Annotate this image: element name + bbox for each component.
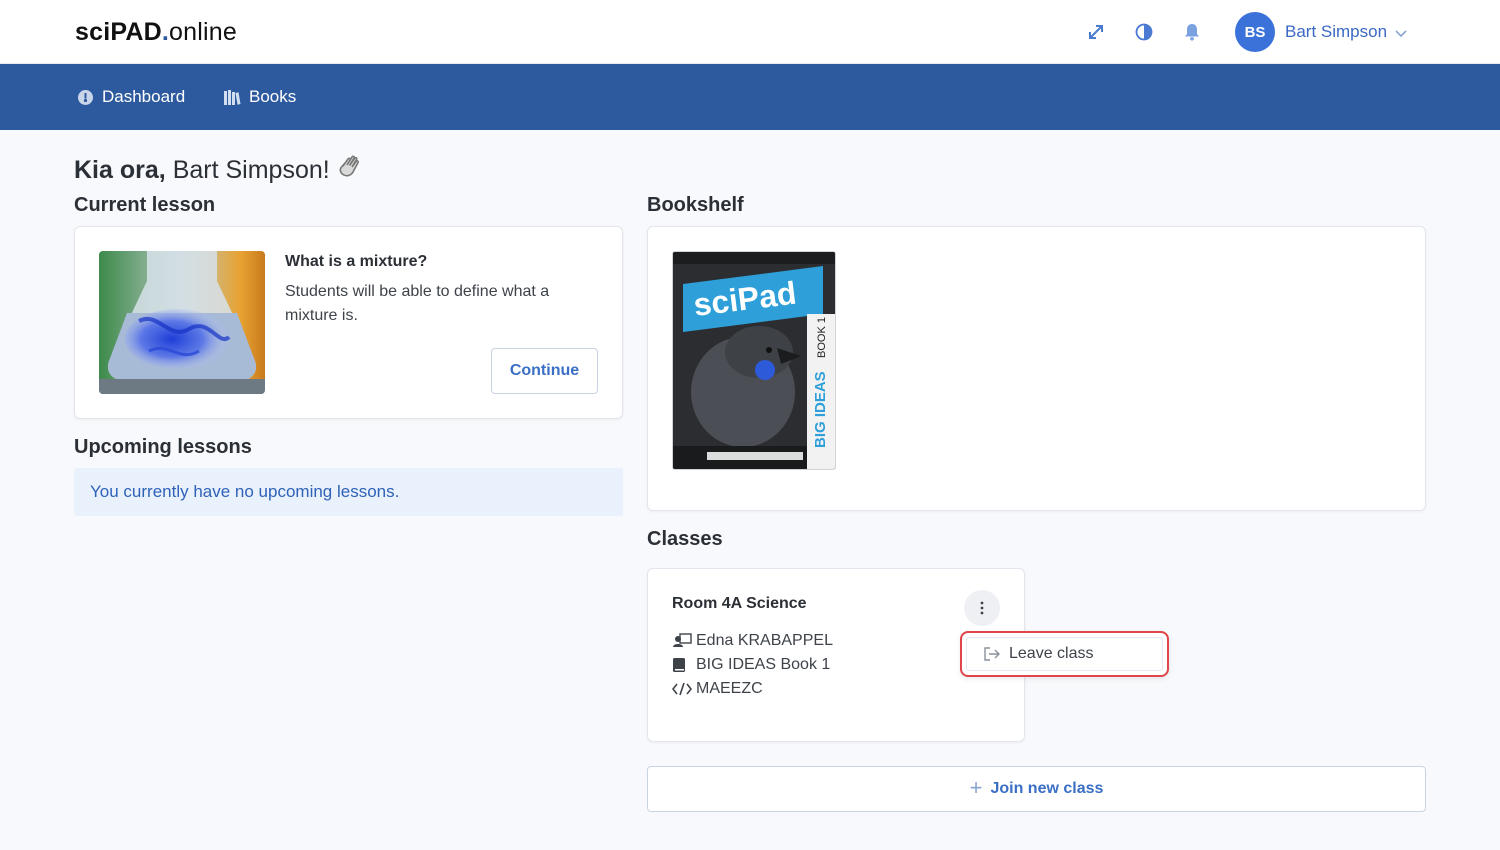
bookshelf-heading: Bookshelf xyxy=(647,194,744,216)
teacher-icon xyxy=(672,633,692,649)
main-nav: Dashboard Books xyxy=(0,64,1500,130)
plus-icon: + xyxy=(969,775,983,800)
chevron-down-icon[interactable] xyxy=(1394,26,1408,44)
continue-button[interactable]: Continue xyxy=(491,348,598,394)
join-new-class-button[interactable]: + Join new class xyxy=(647,766,1426,812)
book-cover[interactable]: sciPad BIG IDEAS BOOK 1 xyxy=(672,251,836,470)
lesson-description: Students will be able to define what a m… xyxy=(285,283,550,324)
bell-icon[interactable] xyxy=(1182,22,1202,42)
code-icon xyxy=(672,682,692,696)
current-lesson-card: What is a mixture? Students will be able… xyxy=(74,226,623,419)
nav-label-dashboard: Dashboard xyxy=(102,87,186,106)
current-lesson-heading: Current lesson xyxy=(74,194,216,216)
greeting-name: Bart Simpson! xyxy=(172,156,330,184)
logo-bold-text: sciPAD xyxy=(75,18,162,46)
logo-dot: . xyxy=(161,18,170,46)
lesson-title: What is a mixture? xyxy=(285,253,428,270)
avatar[interactable]: BS xyxy=(1235,12,1275,52)
nav-label-books: Books xyxy=(249,87,297,106)
user-menu-name[interactable]: Bart Simpson xyxy=(1285,22,1387,42)
class-options-menu: Leave class xyxy=(960,631,1169,677)
kebab-menu-icon xyxy=(980,601,984,615)
nav-item-dashboard[interactable]: Dashboard xyxy=(77,86,185,108)
leave-class-menu-item[interactable]: Leave class xyxy=(966,637,1163,671)
contrast-icon[interactable] xyxy=(1134,22,1154,42)
expand-icon[interactable] xyxy=(1086,22,1106,42)
class-teacher-name: Edna KRABAPPEL xyxy=(696,632,833,649)
books-icon xyxy=(224,89,241,105)
logo-rest-text: online xyxy=(169,18,237,46)
class-name: Room 4A Science xyxy=(672,595,807,612)
avatar-initials: BS xyxy=(1244,23,1266,41)
leave-class-label: Leave class xyxy=(1009,645,1094,662)
class-book: BIG IDEAS Book 1 xyxy=(672,656,830,674)
book-number-text: BOOK 1 xyxy=(816,317,828,358)
greeting-prefix: Kia ora, xyxy=(74,156,166,184)
lesson-thumbnail xyxy=(99,251,265,394)
top-header: sciPAD.online BS Bart Simpson xyxy=(0,0,1500,64)
dashboard-icon xyxy=(78,89,93,105)
nav-item-books[interactable]: Books xyxy=(223,86,296,108)
app-logo[interactable]: sciPAD.online xyxy=(75,18,237,47)
book-subtitle-text: BIG IDEAS xyxy=(812,371,829,448)
leave-icon xyxy=(984,647,1000,661)
join-new-class-label: Join new class xyxy=(990,780,1104,797)
class-book-name: BIG IDEAS Book 1 xyxy=(696,656,831,673)
class-code-value: MAEEZC xyxy=(696,680,763,697)
upcoming-lessons-heading: Upcoming lessons xyxy=(74,436,252,458)
classes-heading: Classes xyxy=(647,528,723,550)
wave-icon xyxy=(336,153,364,188)
book-icon xyxy=(672,657,692,673)
greeting: Kia ora, Bart Simpson! xyxy=(74,153,364,188)
class-teacher: Edna KRABAPPEL xyxy=(672,632,833,650)
upcoming-lessons-message: You currently have no upcoming lessons. xyxy=(74,468,623,516)
bookshelf-card: sciPad BIG IDEAS BOOK 1 xyxy=(647,226,1426,511)
class-options-button[interactable] xyxy=(964,590,1000,626)
class-code: MAEEZC xyxy=(672,680,763,698)
